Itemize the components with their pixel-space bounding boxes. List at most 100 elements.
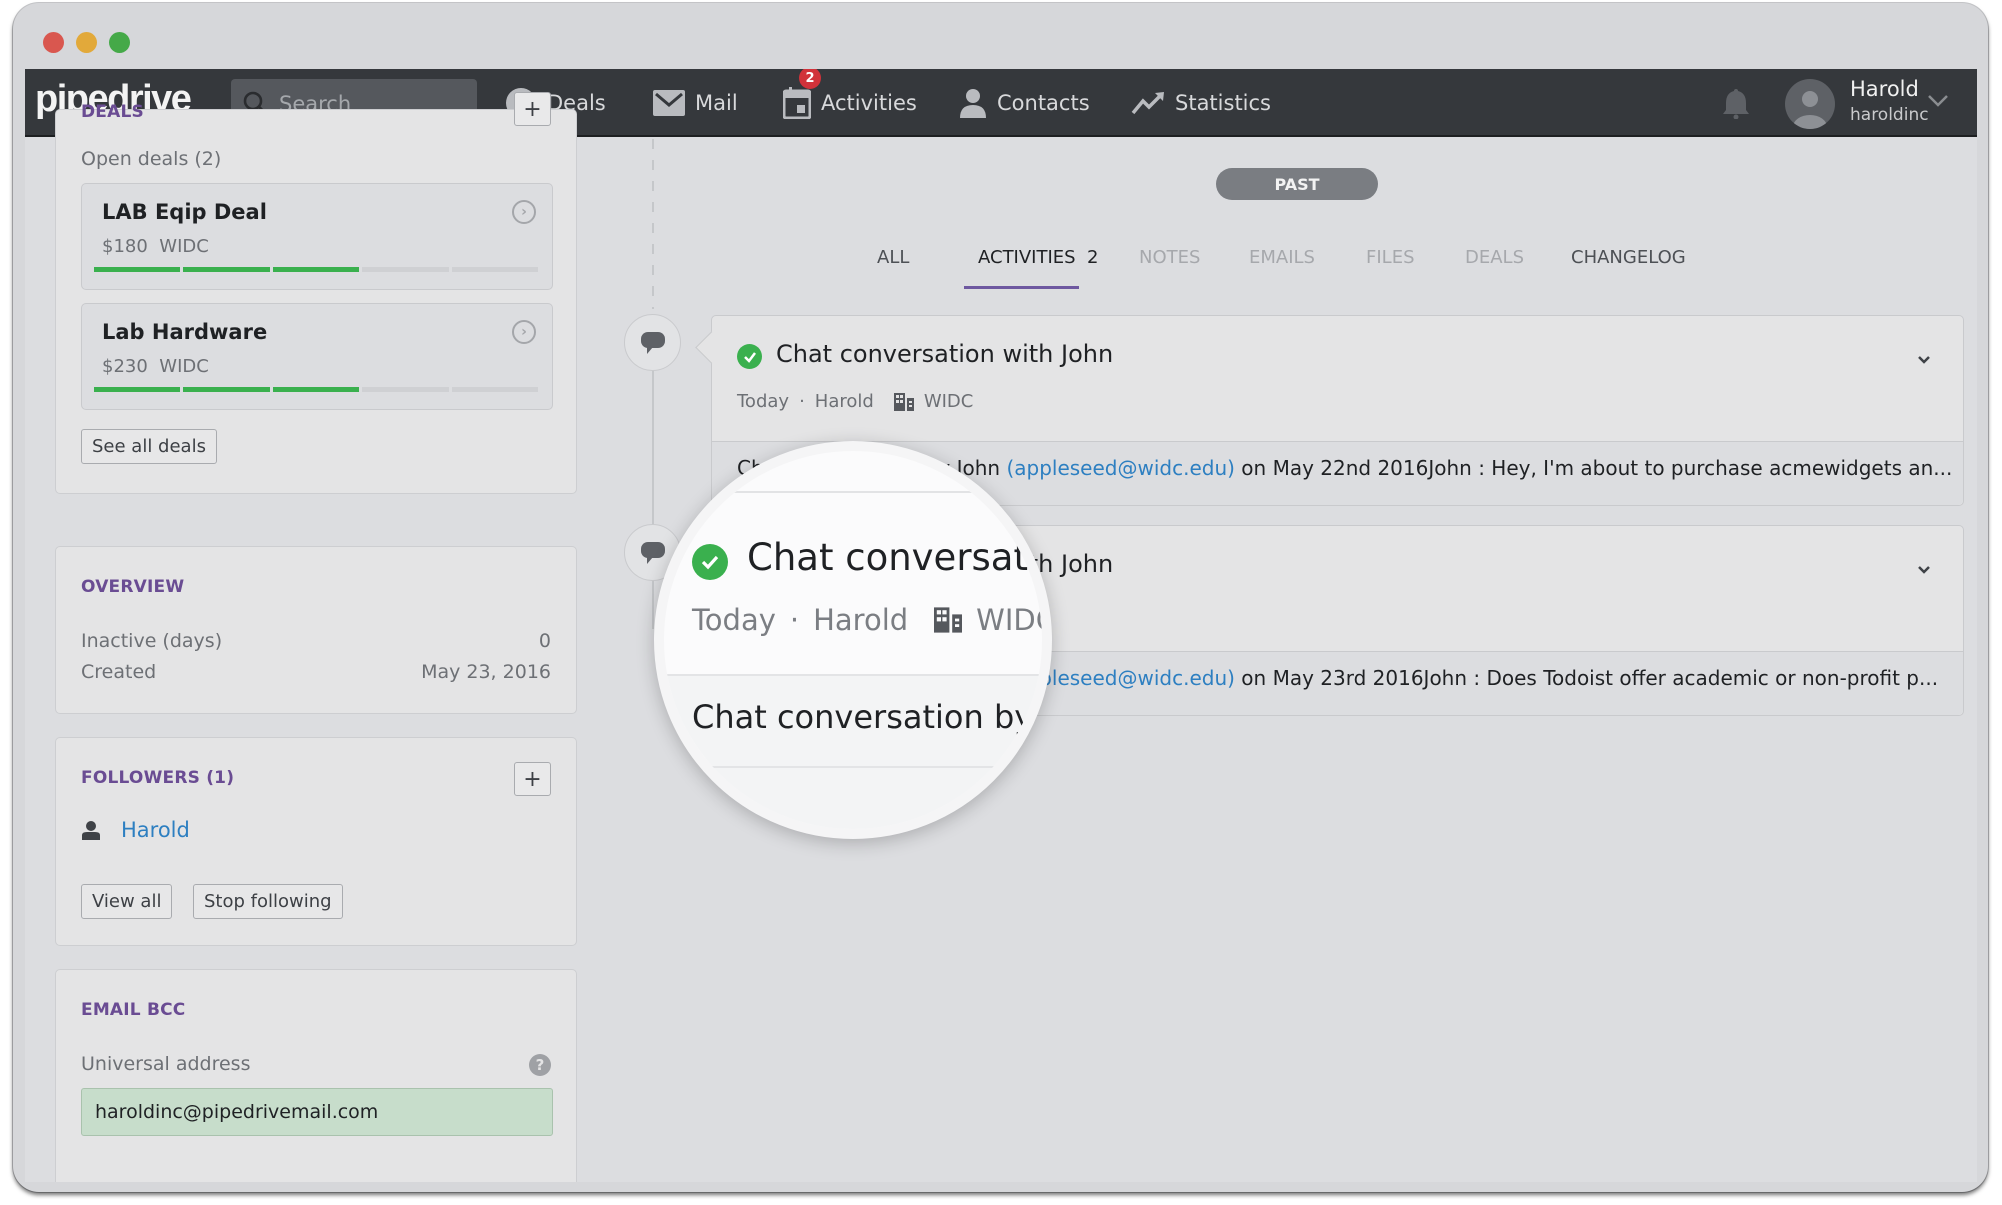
follower-link[interactable]: Harold [121, 818, 190, 842]
stage-segment-pending [362, 387, 449, 392]
overview-title: OVERVIEW [81, 577, 185, 597]
overview-row-value: 0 [538, 630, 551, 652]
activities-badge: 2 [799, 69, 821, 89]
stage-segment-pending [451, 387, 539, 392]
deal-org: WIDC [159, 356, 209, 377]
person-icon [959, 88, 987, 118]
deal-subtitle: $230 WIDC [102, 356, 209, 377]
user-avatar[interactable] [1785, 79, 1835, 129]
deals-panel: DEALS + Open deals (2) LAB Eqip Deal $18… [55, 92, 577, 494]
avatar-placeholder-icon [1793, 91, 1827, 129]
activity-body-suffix: on May 23rd 2016John : Does Todoist offe… [1234, 666, 1939, 690]
minimize-window-button[interactable] [76, 32, 97, 53]
deal-card[interactable]: Lab Hardware $230 WIDC › [81, 303, 553, 410]
tab-deals[interactable]: DEALS [1465, 247, 1524, 268]
user-name[interactable]: Harold [1850, 77, 1919, 101]
done-checkmark-icon[interactable] [737, 344, 762, 369]
expand-chevron-down-icon[interactable] [1917, 350, 1931, 369]
overview-row-value: May 23, 2016 [421, 661, 551, 683]
app-window: pipedrive $ Deals Mail 2 [13, 3, 1988, 1192]
deal-card[interactable]: LAB Eqip Deal $180 WIDC › [81, 183, 553, 290]
deal-value: $180 [102, 236, 148, 257]
nav-mail[interactable]: Mail [653, 69, 738, 137]
see-all-deals-button[interactable]: See all deals [81, 429, 217, 464]
followers-panel: FOLLOWERS (1) + Harold View all Stop fol… [55, 737, 577, 946]
stop-following-button[interactable]: Stop following [193, 884, 343, 919]
nav-activities-label: Activities [821, 91, 917, 115]
past-period-marker[interactable]: PAST [1216, 168, 1378, 200]
app-content: pipedrive $ Deals Mail 2 [25, 69, 1977, 1182]
stage-segment-pending [362, 267, 449, 272]
timeline-line [652, 369, 654, 629]
chevron-right-circle-icon[interactable]: › [512, 320, 536, 344]
chat-bubble-icon [640, 541, 665, 564]
magnified-divider [664, 766, 1042, 768]
maximize-window-button[interactable] [109, 32, 130, 53]
stage-segment-complete [272, 267, 360, 272]
tab-changelog[interactable]: CHANGELOG [1571, 247, 1686, 268]
expand-chevron-down-icon[interactable] [1917, 560, 1931, 579]
close-window-button[interactable] [43, 32, 64, 53]
deal-title[interactable]: LAB Eqip Deal [102, 200, 267, 224]
magnifier-callout: Chat conversatio Today · Harold WIDC Cha… [654, 441, 1052, 839]
magnified-divider [664, 674, 1042, 676]
user-menu-chevron-down-icon[interactable] [1927, 93, 1949, 112]
magnified-org: WIDC [976, 603, 1052, 637]
notifications-bell-icon[interactable] [1722, 87, 1750, 123]
organization-building-icon [893, 392, 914, 411]
tab-all[interactable]: ALL [877, 247, 909, 268]
magnified-title: Chat conversatio [747, 536, 1052, 579]
stage-segment-complete [272, 387, 360, 392]
deal-stage-progress [94, 267, 539, 272]
deal-title[interactable]: Lab Hardware [102, 320, 267, 344]
nav-activities[interactable]: 2 Activities [783, 69, 917, 137]
deal-org: WIDC [159, 236, 209, 257]
email-bcc-panel: EMAIL BCC Universal address ? [55, 969, 577, 1182]
activity-owner: Harold [814, 391, 874, 412]
person-icon [82, 821, 100, 840]
tab-notes[interactable]: NOTES [1139, 247, 1200, 268]
add-follower-button[interactable]: + [514, 762, 551, 796]
timeline-chat-marker [624, 314, 681, 371]
universal-address-field[interactable] [81, 1088, 553, 1136]
chevron-right-circle-icon[interactable]: › [512, 200, 536, 224]
deal-stage-progress [94, 387, 539, 392]
overview-row: Inactive (days) 0 [81, 630, 551, 652]
mail-icon [653, 90, 685, 116]
nav-contacts-label: Contacts [997, 91, 1090, 115]
add-deal-button[interactable]: + [514, 92, 551, 126]
active-tab-indicator [964, 286, 1079, 289]
activity-date: Today [737, 391, 790, 412]
activity-title[interactable]: Chat conversation with John [776, 340, 1113, 368]
nav-statistics[interactable]: Statistics [1131, 69, 1271, 137]
tab-files[interactable]: FILES [1366, 247, 1415, 268]
stage-segment-complete [94, 387, 181, 392]
organization-building-icon [934, 607, 963, 633]
overview-row-label: Inactive (days) [81, 630, 223, 652]
magnified-activity: Chat conversatio Today · Harold WIDC Cha… [664, 451, 1042, 829]
open-deals-label: Open deals (2) [81, 148, 222, 170]
stage-segment-pending [451, 267, 539, 272]
magnified-divider [664, 491, 1042, 493]
magnified-body: Chat conversation by Jo [692, 698, 1052, 736]
activity-org[interactable]: WIDC [924, 391, 974, 412]
activity-meta: Today · Harold WIDC [737, 391, 973, 412]
view-all-followers-button[interactable]: View all [81, 884, 173, 919]
help-question-icon[interactable]: ? [529, 1054, 551, 1076]
activity-body-suffix: on May 22nd 2016John : Hey, I'm about to… [1234, 456, 1953, 480]
email-bcc-title: EMAIL BCC [81, 1000, 186, 1020]
stage-segment-complete [183, 387, 270, 392]
stage-segment-complete [183, 267, 270, 272]
nav-contacts[interactable]: Contacts [959, 69, 1090, 137]
nav-mail-label: Mail [695, 91, 738, 115]
nav-statistics-label: Statistics [1175, 91, 1271, 115]
user-company: haroldinc [1850, 105, 1929, 125]
meta-separator: · [789, 603, 800, 637]
tab-activities[interactable]: ACTIVITIES 2 [978, 247, 1099, 268]
stage-segment-complete [94, 267, 181, 272]
trend-icon [1131, 91, 1165, 115]
universal-address-label: Universal address [81, 1053, 251, 1075]
deal-value: $230 [102, 356, 148, 377]
tab-emails[interactable]: EMAILS [1249, 247, 1315, 268]
followers-title: FOLLOWERS (1) [81, 768, 235, 788]
